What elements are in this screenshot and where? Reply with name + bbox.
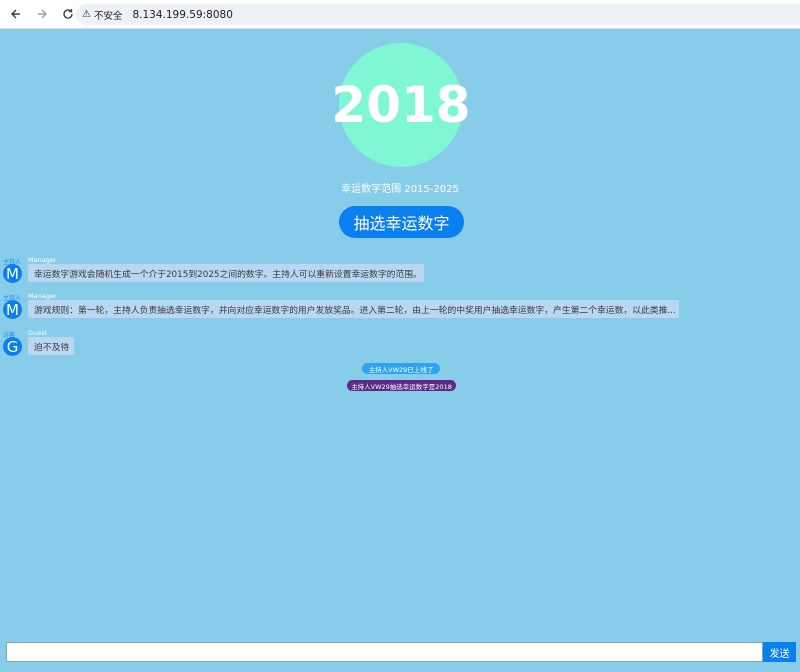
avatar: M [3, 264, 22, 283]
back-arrow-icon[interactable] [4, 2, 28, 26]
message-bubble: 游戏规则：第一轮，主持人负责抽选幸运数字，并向对应幸运数字的用户发放奖品。进入第… [28, 300, 679, 318]
lucky-number-circle: 2018 [331, 43, 471, 167]
draw-result-notice: 主持人VW29抽选幸运数字是2018 [347, 380, 456, 391]
message-bubble: 迫不及待 [28, 337, 74, 355]
message-bubble: 幸运数字游戏会随机生成一个介于2015到2025之间的数字。主持人可以重新设置幸… [28, 264, 424, 282]
username: Manager [28, 256, 57, 264]
address-bar[interactable]: ⚠ 不安全 8.134.199.59:8080 [76, 4, 800, 25]
url-text[interactable]: 8.134.199.59:8080 [132, 9, 232, 21]
send-button[interactable]: 发送 [763, 642, 796, 662]
lucky-number: 2018 [331, 76, 471, 134]
forward-arrow-icon[interactable] [30, 2, 54, 26]
username: Manager [28, 292, 57, 300]
avatar: G [3, 337, 22, 356]
lucky-range-text: 幸运数字范围 2015-2025 [341, 184, 459, 195]
avatar: M [3, 300, 22, 319]
draw-lucky-number-button[interactable]: 抽选幸运数字 [339, 206, 464, 238]
username: Guest [28, 329, 48, 337]
chat-input-bar: 发送 [6, 642, 796, 662]
warning-icon: ⚠ [82, 9, 91, 20]
message-input[interactable] [6, 642, 763, 662]
browser-toolbar: ⚠ 不安全 8.134.199.59:8080 [0, 0, 800, 29]
online-notice: 主持人VW29已上线了 [362, 363, 440, 374]
insecure-label: 不安全 [93, 10, 123, 22]
security-indicator[interactable]: ⚠ 不安全 [82, 8, 130, 22]
